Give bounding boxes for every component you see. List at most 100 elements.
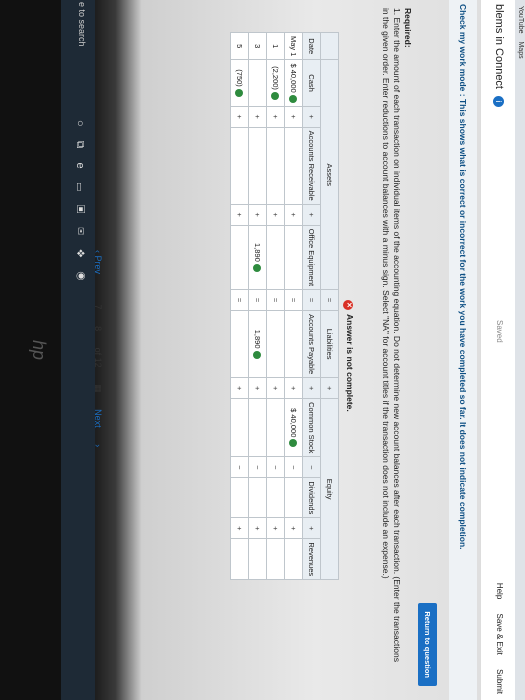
op: +	[284, 517, 303, 539]
date-cell: 3	[248, 32, 267, 60]
ap-input[interactable]	[266, 310, 285, 378]
correct-check-icon	[253, 350, 261, 359]
error-icon: ✕	[343, 300, 353, 310]
save-exit-link[interactable]: Save & Exit	[495, 614, 504, 655]
op: +	[230, 106, 249, 128]
ar-input[interactable]	[284, 127, 303, 205]
date-cell: 5	[230, 32, 249, 60]
header-spacer	[320, 32, 339, 60]
required-text: 1. Enter the amount of each transaction …	[381, 8, 402, 662]
div-input[interactable]	[284, 477, 303, 518]
cash-value: (2,200)	[271, 66, 281, 90]
rev-input[interactable]	[266, 538, 285, 580]
col-common-stock: Common Stock	[302, 398, 321, 457]
chrome-icon[interactable]: ◉	[74, 272, 86, 295]
op: +	[230, 377, 249, 399]
equity-group-header: Equity	[320, 398, 339, 580]
mail-icon[interactable]: ✉	[74, 227, 86, 249]
cash-input[interactable]	[248, 59, 267, 107]
op: =	[284, 289, 303, 311]
rotated-screen: YouTube Maps blems in Connect i Saved He…	[0, 0, 525, 700]
cash-input[interactable]: (750)	[230, 59, 249, 107]
bookmarks-bar: YouTube Maps	[515, 0, 525, 700]
help-link[interactable]: Help	[495, 583, 504, 599]
required-heading: Required:	[403, 8, 413, 48]
rev-input[interactable]	[284, 538, 303, 580]
cash-value: (750)	[235, 69, 245, 87]
col-accounts-receivable: Accounts Receivable	[302, 127, 321, 205]
op: −	[302, 456, 321, 478]
check-my-work-banner: Check my work mode : This shows what is …	[449, 0, 477, 700]
correct-check-icon	[253, 263, 261, 272]
taskbar-search[interactable]: e to search	[77, 2, 87, 47]
cs-input[interactable]	[248, 398, 267, 457]
ap-input[interactable]: 1,890	[248, 310, 267, 378]
op: =	[266, 289, 285, 311]
div-input[interactable]	[248, 477, 267, 518]
col-dividends: Dividends	[302, 477, 321, 518]
task-view-icon[interactable]: ⧉	[74, 141, 86, 163]
info-icon[interactable]: i	[493, 96, 504, 108]
op: −	[230, 456, 249, 478]
oe-input[interactable]: 1,890	[248, 225, 267, 290]
op: +	[302, 204, 321, 226]
rev-input[interactable]	[230, 538, 249, 580]
file-explorer-icon[interactable]: ▭	[74, 183, 86, 205]
answer-status-text: Answer is not complete.	[345, 314, 355, 412]
ap-input[interactable]	[284, 310, 303, 378]
ar-input[interactable]	[266, 127, 285, 205]
ar-input[interactable]	[230, 127, 249, 205]
store-icon[interactable]: ▣	[74, 205, 86, 227]
op: −	[248, 456, 267, 478]
op: +	[284, 106, 303, 128]
table-row: 5 (750) + + = + − +	[230, 32, 249, 580]
page-title-text: blems in Connect	[493, 4, 505, 89]
col-revenues: Revenues	[302, 538, 321, 580]
group-header-row: Assets = Liabilities + Equity	[320, 32, 339, 580]
op: +	[248, 377, 267, 399]
op: +	[248, 517, 267, 539]
bookmark-youtube[interactable]: YouTube	[517, 6, 524, 34]
oe-input[interactable]	[266, 225, 285, 290]
edge-icon[interactable]: e	[74, 163, 86, 183]
app-header: blems in Connect i Saved Help Save & Exi…	[480, 0, 515, 700]
plus-header: +	[320, 377, 339, 399]
return-to-question-button[interactable]: Return to question	[418, 603, 437, 686]
ap-input[interactable]	[230, 310, 249, 378]
header-links: Help Save & Exit Submit	[495, 571, 504, 694]
col-date: Date	[302, 32, 321, 60]
day: 5	[235, 44, 244, 49]
op: −	[266, 456, 285, 478]
day: 1	[289, 52, 298, 57]
oe-input[interactable]	[284, 225, 303, 290]
cs-input[interactable]: $ 40,000	[284, 398, 303, 457]
correct-check-icon	[289, 439, 297, 448]
cs-input[interactable]	[266, 398, 285, 457]
div-input[interactable]	[266, 477, 285, 518]
ap-value: 1,890	[253, 329, 263, 349]
equals-header: =	[320, 289, 339, 311]
correct-check-icon	[271, 91, 279, 100]
date-cell: May 1	[284, 32, 303, 60]
cash-input[interactable]: (2,200)	[266, 59, 285, 107]
bookmark-maps[interactable]: Maps	[517, 41, 524, 58]
month: May	[289, 36, 298, 51]
oe-value: 1,890	[253, 243, 263, 262]
submit-link[interactable]: Submit	[495, 669, 504, 694]
cs-input[interactable]	[230, 398, 249, 457]
ar-input[interactable]	[248, 127, 267, 205]
op: +	[230, 204, 249, 226]
cortana-icon[interactable]: ○	[74, 120, 86, 141]
oe-input[interactable]	[230, 225, 249, 290]
op: +	[248, 106, 267, 128]
photo-scene: YouTube Maps blems in Connect i Saved He…	[0, 0, 525, 700]
op: +	[266, 377, 285, 399]
cash-input[interactable]: $ 40,000	[284, 59, 303, 107]
op: +	[302, 377, 321, 399]
div-input[interactable]	[230, 477, 249, 518]
table-row: May 1 $ 40,000 + + = + $ 40,000 − +	[284, 32, 303, 580]
date-cell: 1	[266, 32, 285, 60]
rev-input[interactable]	[248, 538, 267, 580]
dropbox-icon[interactable]: ❖	[74, 249, 86, 272]
saved-status: Saved	[495, 320, 504, 343]
